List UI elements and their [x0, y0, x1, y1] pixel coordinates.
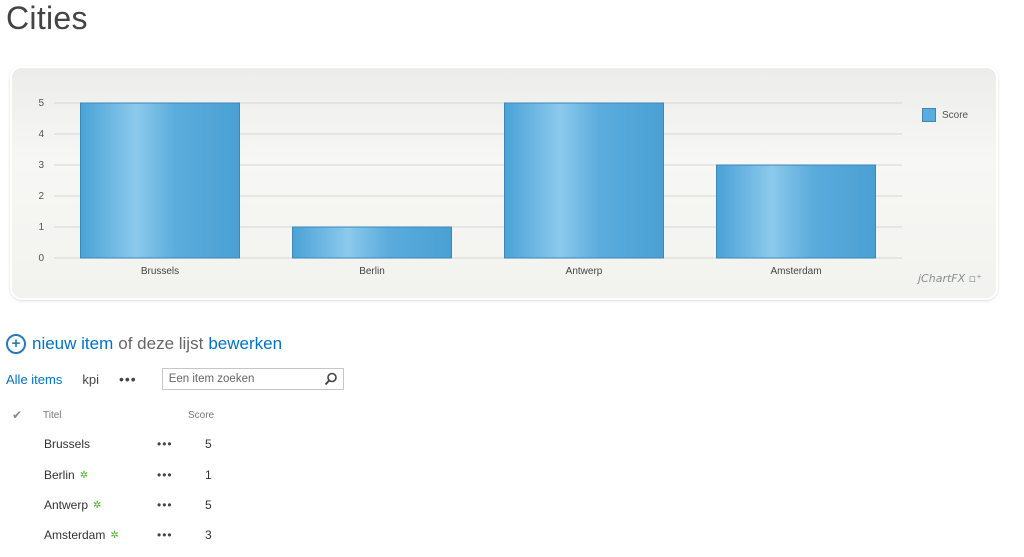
y-tick-label: 1 — [38, 222, 44, 233]
view-tab-kpi[interactable]: kpi — [82, 372, 99, 387]
view-tab-all-items[interactable]: Alle items — [6, 372, 62, 387]
search-input[interactable]: Een item zoeken — [161, 368, 344, 390]
bar-chart: 0 1 2 3 4 5 Brussels Berlin Antwerp Amsterdam — [38, 98, 902, 277]
bar[interactable] — [80, 102, 240, 259]
page-title: Cities — [6, 0, 88, 36]
row-title-text[interactable]: Antwerp — [44, 498, 88, 512]
row-title[interactable]: Antwerp ✲ — [44, 498, 101, 512]
row-score: 1 — [205, 468, 212, 482]
row-score: 5 — [205, 498, 212, 512]
new-item-bar: + nieuw item of deze lijst bewerken — [6, 334, 282, 354]
new-item-link[interactable]: nieuw item — [32, 334, 113, 354]
row-title[interactable]: Brussels — [44, 437, 90, 451]
y-tick-label: 2 — [38, 191, 44, 202]
row-menu-button[interactable]: ••• — [157, 528, 173, 542]
y-tick-label: 5 — [38, 98, 44, 109]
row-title-text[interactable]: Amsterdam — [44, 528, 105, 542]
bar[interactable] — [504, 102, 664, 259]
row-score: 5 — [205, 437, 212, 451]
table-row[interactable]: Antwerp ✲ ••• 5 — [10, 498, 270, 522]
new-item-icon: ✲ — [110, 529, 119, 541]
row-score: 3 — [205, 528, 212, 542]
row-menu-button[interactable]: ••• — [157, 498, 173, 512]
row-title-text[interactable]: Brussels — [44, 437, 90, 451]
x-tick-label: Antwerp — [566, 266, 603, 277]
row-menu-button[interactable]: ••• — [157, 468, 173, 482]
new-item-middle-text: of deze lijst — [118, 334, 204, 353]
legend-swatch — [922, 108, 936, 122]
table-row[interactable]: Berlin ✲ ••• 1 — [10, 468, 270, 492]
table-row[interactable]: Brussels ••• 5 — [10, 437, 270, 461]
bar[interactable] — [716, 164, 876, 259]
x-tick-label: Berlin — [359, 266, 385, 277]
more-views-button[interactable]: ••• — [119, 371, 137, 387]
chart-logo-icon: ▫⁺ — [968, 272, 982, 285]
x-tick-label: Amsterdam — [770, 266, 821, 277]
edit-list-link[interactable]: bewerken — [208, 334, 282, 354]
y-tick-label: 0 — [38, 253, 44, 264]
bar[interactable] — [292, 226, 452, 259]
y-tick-label: 3 — [38, 160, 44, 171]
search-placeholder: Een item zoeken — [168, 373, 255, 385]
new-item-icon: ✲ — [79, 469, 89, 481]
chart-watermark: jChartFX ▫⁺ — [918, 272, 982, 285]
column-header-title[interactable]: Titel — [43, 410, 62, 421]
y-tick-label: 4 — [38, 129, 44, 140]
column-header-score[interactable]: Score — [188, 410, 214, 421]
row-title-text[interactable]: Berlin — [44, 468, 75, 482]
watermark-text: jChartFX — [918, 272, 966, 285]
new-item-icon: ✲ — [93, 499, 102, 511]
chart-legend: Score — [922, 108, 968, 122]
chart-panel: 0 1 2 3 4 5 Brussels Berlin Antwerp Amsterdam Sco… — [12, 68, 996, 298]
view-selector: Alle items kpi ••• Een item zoeken — [6, 368, 344, 390]
row-menu-button[interactable]: ••• — [157, 437, 173, 451]
table-row[interactable]: Amsterdam ✲ ••• 3 — [10, 528, 270, 552]
select-all-check-icon[interactable]: ✔ — [12, 408, 22, 422]
row-title[interactable]: Amsterdam ✲ — [44, 528, 119, 542]
row-title[interactable]: Berlin ✲ — [44, 468, 88, 482]
search-icon[interactable] — [324, 372, 338, 386]
add-circle-icon[interactable]: + — [6, 334, 26, 354]
x-tick-label: Brussels — [141, 266, 179, 277]
legend-label: Score — [942, 109, 969, 121]
